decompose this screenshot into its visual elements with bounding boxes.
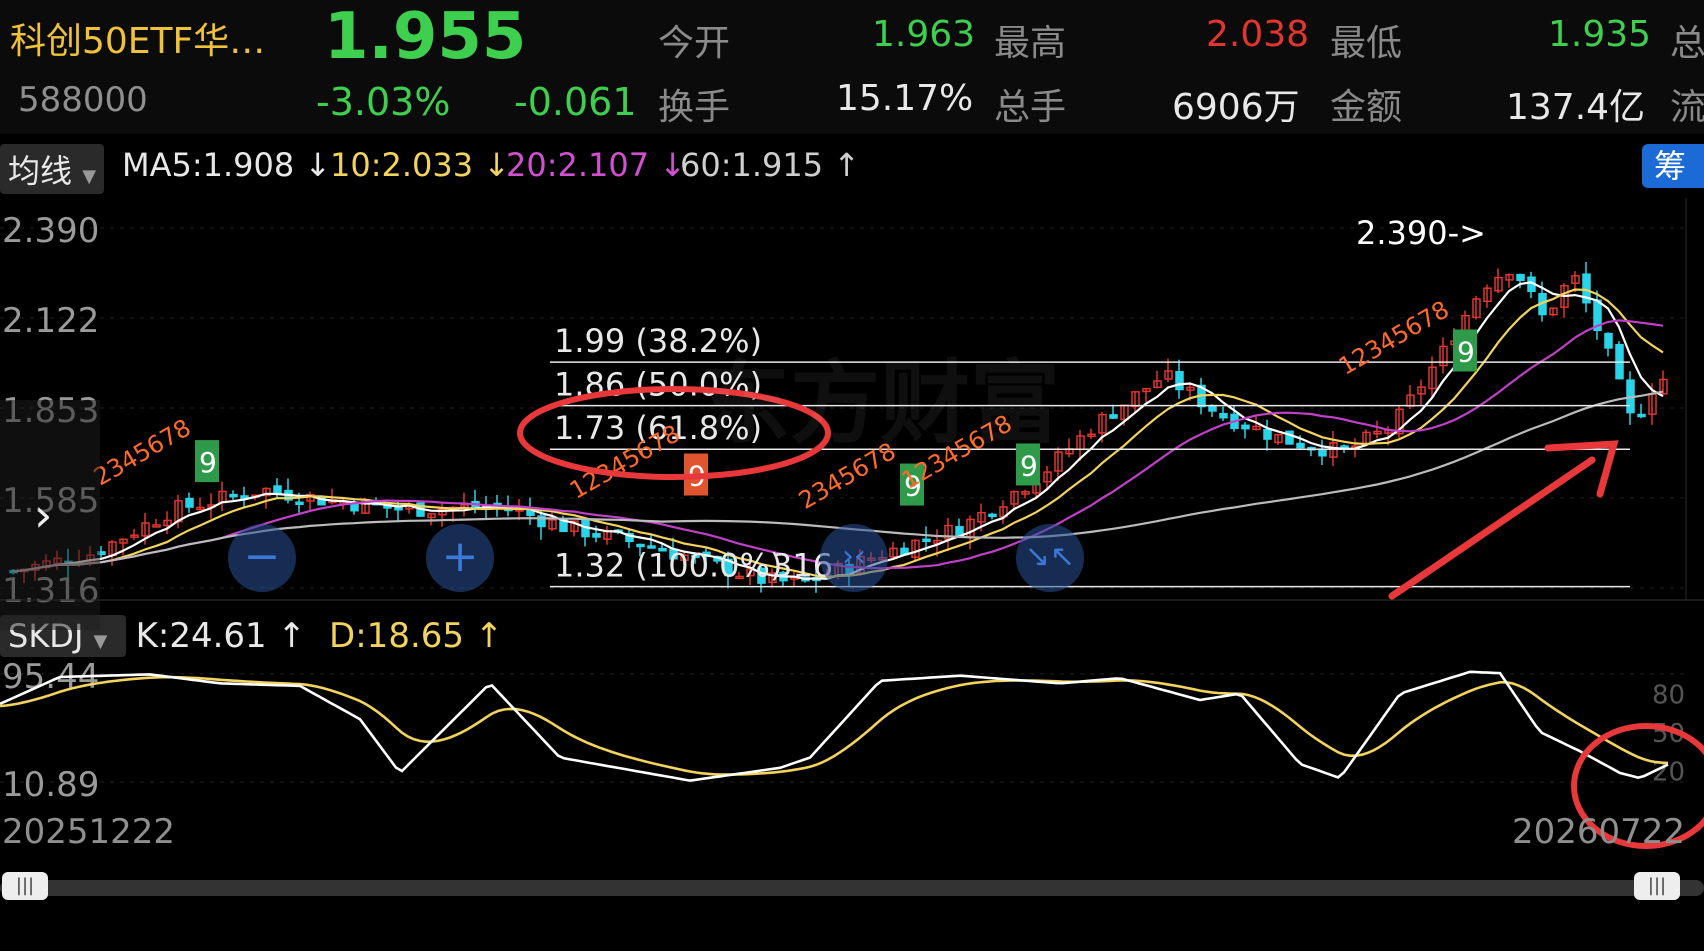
price-tick-label: 2.122 — [2, 301, 99, 341]
price-tick-label: 2.390 — [2, 211, 99, 251]
candle-down — [1296, 442, 1305, 449]
high-price-annotation: 2.390-> — [1356, 214, 1486, 252]
shrink-icon[interactable]: ↘↖ — [1016, 524, 1084, 592]
td-nine-label: 9 — [199, 446, 217, 479]
watermark: 东方财富 — [700, 351, 1060, 456]
candle-down — [229, 493, 238, 498]
trend-arrow-shaft — [1388, 456, 1596, 600]
skdj-tick-label: 10.89 — [2, 765, 99, 805]
skdj-k-value: K:24.61 ↑ — [135, 616, 306, 656]
candle-down — [1263, 428, 1272, 440]
candle-down — [1318, 448, 1327, 457]
chevron-down-icon: ▼ — [93, 631, 108, 652]
x-label-end: 20260722 — [1512, 812, 1686, 852]
candle-down — [1109, 414, 1118, 419]
skdj-right-tick: 80 — [1652, 681, 1685, 711]
collapse-button[interactable]: ›‹ — [820, 524, 888, 592]
skdj-d-line — [0, 675, 1669, 776]
candle-down — [1175, 371, 1184, 391]
candle-down — [988, 513, 997, 518]
x-label-start: 20251222 — [2, 812, 176, 852]
zoom-in-button[interactable]: + — [426, 524, 494, 592]
chevron-right-icon[interactable]: › — [0, 400, 100, 630]
candle-down — [1241, 424, 1250, 430]
candle-down — [1208, 404, 1217, 412]
candle-down — [1516, 273, 1525, 282]
skdj-d-value: D:18.65 ↑ — [329, 616, 504, 656]
candle-down — [922, 538, 931, 543]
candle-down — [592, 533, 601, 538]
candle-down — [1219, 412, 1228, 419]
td-sequence-digits: 2345678 — [89, 414, 196, 492]
candle-down — [185, 497, 194, 508]
candle-down — [295, 501, 304, 505]
fib-level-label: 1.32 (100.0%) — [554, 547, 782, 585]
time-range-scrollbar[interactable] — [0, 880, 1704, 896]
skdj-k-line — [0, 670, 1669, 782]
zoom-out-button[interactable]: − — [228, 524, 296, 592]
candle-down — [273, 485, 282, 494]
candle-down — [1637, 413, 1646, 418]
scrollbar-left-handle[interactable]: ||| — [2, 872, 48, 900]
td-nine-label: 9 — [1457, 335, 1475, 368]
scrollbar-right-handle[interactable]: ||| — [1634, 872, 1680, 900]
kline-chart[interactable]: 2.3902.1221.8531.5851.3161.99 (38.2%)1.8… — [0, 0, 1704, 951]
candle-down — [1604, 332, 1613, 349]
